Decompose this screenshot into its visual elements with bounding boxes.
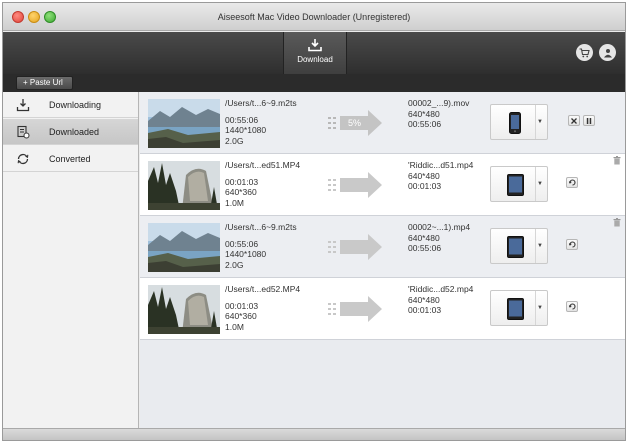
download-tab-label: Download bbox=[297, 55, 333, 64]
chevron-down-icon: ▼ bbox=[537, 181, 543, 187]
download-tab[interactable]: Download bbox=[283, 32, 347, 74]
paste-url-button[interactable]: + Paste Url bbox=[16, 76, 73, 90]
title-bar: Aiseesoft Mac Video Downloader (Unregist… bbox=[3, 3, 625, 31]
chevron-down-icon: ▼ bbox=[537, 305, 543, 311]
source-duration: 00:55:06 bbox=[225, 114, 259, 125]
progress-percent: 5% bbox=[348, 118, 362, 128]
list-item[interactable]: /Users/t...6~9.m2ts 00:55:06 1440*1080 2… bbox=[140, 92, 625, 154]
source-duration: 00:55:06 bbox=[225, 238, 259, 249]
refresh-icon bbox=[568, 179, 576, 186]
video-thumbnail bbox=[148, 99, 220, 148]
source-duration: 00:01:03 bbox=[225, 300, 259, 311]
trash-icon[interactable] bbox=[613, 218, 621, 227]
trash-icon[interactable] bbox=[613, 156, 621, 165]
output-device-select[interactable]: ▼ bbox=[490, 228, 548, 264]
source-info: /Users/t...6~9.m2ts 00:55:06 1440*1080 2… bbox=[225, 98, 325, 146]
source-size: 1.0M bbox=[225, 321, 244, 332]
sidebar-item-downloading[interactable]: Downloading bbox=[3, 92, 138, 118]
output-device-select[interactable]: ▼ bbox=[490, 104, 548, 140]
toolbar: Download bbox=[3, 32, 625, 74]
app-window: Aiseesoft Mac Video Downloader (Unregist… bbox=[2, 2, 626, 441]
output-device-select[interactable]: ▼ bbox=[490, 166, 548, 202]
plus-icon: + bbox=[23, 78, 30, 87]
source-filename: /Users/t...6~9.m2ts bbox=[225, 222, 297, 232]
sidebar-item-label: Downloading bbox=[49, 100, 102, 110]
list-item[interactable]: /Users/t...6~9.m2ts 00:55:06 1440*1080 2… bbox=[140, 216, 625, 278]
list-item[interactable]: /Users/t...ed52.MP4 00:01:03 640*360 1.0… bbox=[140, 278, 625, 340]
pause-button[interactable] bbox=[583, 115, 595, 126]
source-info: /Users/t...ed52.MP4 00:01:03 640*360 1.0… bbox=[225, 284, 325, 332]
ipad-icon bbox=[503, 173, 527, 197]
source-filename: /Users/t...ed51.MP4 bbox=[225, 160, 301, 170]
output-device-select[interactable]: ▼ bbox=[490, 290, 548, 326]
source-size: 2.0G bbox=[225, 135, 244, 146]
arrow-right-icon bbox=[328, 234, 382, 260]
video-thumbnail bbox=[148, 223, 220, 272]
source-filename: /Users/t...6~9.m2ts bbox=[225, 98, 297, 108]
download-list: /Users/t...6~9.m2ts 00:55:06 1440*1080 2… bbox=[140, 92, 625, 428]
source-resolution: 640*360 bbox=[225, 187, 257, 197]
video-thumbnail bbox=[148, 161, 220, 210]
refresh-icon bbox=[568, 303, 576, 310]
source-size: 1.0M bbox=[225, 197, 244, 208]
sidebar-item-label: Downloaded bbox=[49, 127, 100, 137]
source-resolution: 1440*1080 bbox=[225, 249, 267, 259]
status-bar bbox=[3, 428, 625, 440]
window-title: Aiseesoft Mac Video Downloader (Unregist… bbox=[217, 12, 411, 22]
downloaded-icon bbox=[17, 125, 30, 139]
register-icon[interactable] bbox=[599, 44, 616, 61]
close-icon bbox=[571, 117, 577, 124]
sidebar-item-converted[interactable]: Converted bbox=[3, 146, 138, 172]
source-resolution: 1440*1080 bbox=[225, 125, 267, 135]
arrow-right-icon bbox=[328, 296, 382, 322]
video-thumbnail bbox=[148, 285, 220, 334]
chevron-down-icon: ▼ bbox=[537, 119, 543, 125]
ipad-icon bbox=[503, 297, 527, 321]
arrow-right-icon bbox=[328, 172, 382, 198]
source-filename: /Users/t...ed52.MP4 bbox=[225, 284, 301, 294]
cart-icon[interactable] bbox=[576, 44, 593, 61]
source-duration: 00:01:03 bbox=[225, 176, 259, 187]
convert-button[interactable] bbox=[566, 177, 578, 188]
sidebar-item-downloaded[interactable]: Downloaded bbox=[3, 119, 138, 145]
iphone-icon bbox=[503, 111, 527, 135]
ipad-icon bbox=[503, 235, 527, 259]
source-info: /Users/t...ed51.MP4 00:01:03 640*360 1.0… bbox=[225, 160, 325, 208]
download-icon bbox=[308, 39, 322, 52]
paste-url-label: Paste Url bbox=[29, 78, 63, 87]
source-info: /Users/t...6~9.m2ts 00:55:06 1440*1080 2… bbox=[225, 222, 325, 270]
convert-button[interactable] bbox=[566, 239, 578, 250]
source-resolution: 640*360 bbox=[225, 311, 257, 321]
sidebar: Downloading Downloaded Converted bbox=[3, 92, 139, 428]
pause-icon bbox=[586, 117, 592, 124]
sidebar-item-label: Converted bbox=[49, 154, 91, 164]
stop-button[interactable] bbox=[568, 115, 580, 126]
list-item[interactable]: /Users/t...ed51.MP4 00:01:03 640*360 1.0… bbox=[140, 154, 625, 216]
source-size: 2.0G bbox=[225, 259, 244, 270]
convert-button[interactable] bbox=[566, 301, 578, 312]
refresh-icon bbox=[568, 241, 576, 248]
url-bar: + Paste Url bbox=[3, 74, 625, 92]
download-icon bbox=[16, 99, 30, 112]
convert-icon bbox=[17, 153, 29, 165]
chevron-down-icon: ▼ bbox=[537, 243, 543, 249]
